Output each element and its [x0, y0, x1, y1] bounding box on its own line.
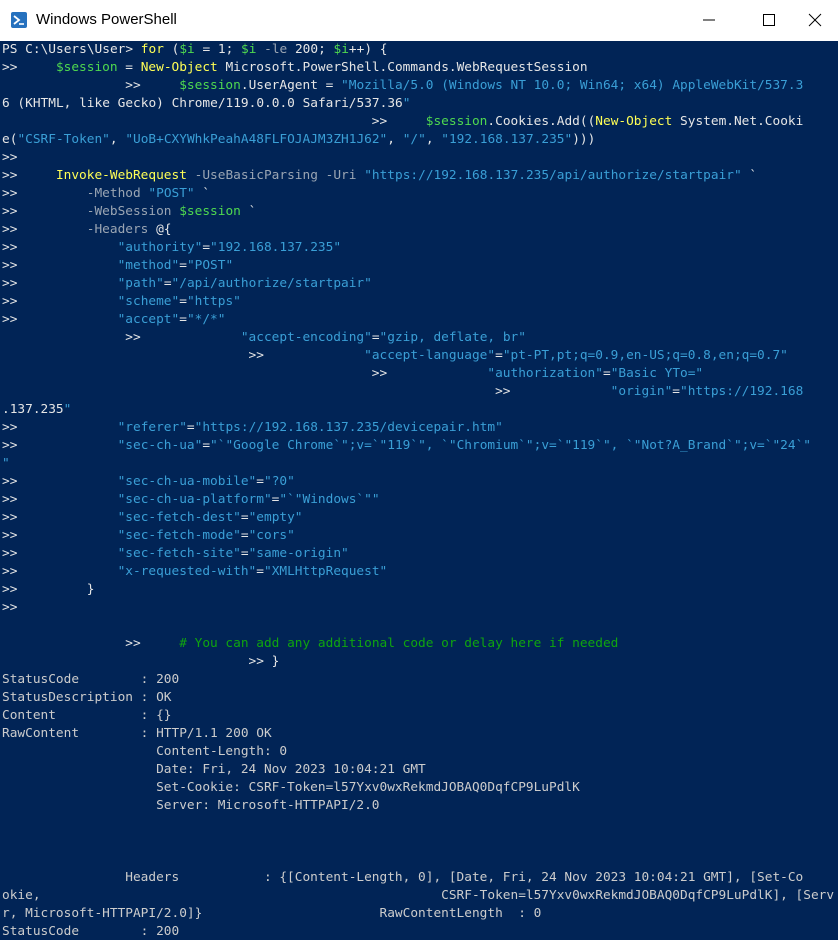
console-line: Server: Microsoft-HTTPAPI/2.0	[2, 798, 380, 813]
console-line: >> "sec-ch-ua-platform"="`"Windows`""	[2, 492, 380, 507]
console-line: >> "authority"="192.168.137.235"	[2, 240, 342, 255]
console-line: >> -Headers @{	[2, 222, 172, 237]
console-line: >> }	[2, 582, 95, 597]
console-line: StatusCode : 200	[2, 672, 180, 687]
console-line: >> "path"="/api/authorize/startpair"	[2, 276, 372, 291]
console-line: 6 (KHTML, like Gecko) Chrome/119.0.0.0 S…	[2, 96, 411, 111]
console-line: >> $session.UserAgent = "Mozilla/5.0 (Wi…	[2, 78, 804, 93]
console-line: >> "accept-language"="pt-PT,pt;q=0.9,en-…	[2, 348, 788, 363]
maximize-button[interactable]	[746, 0, 792, 41]
console-line: StatusDescription : OK	[2, 690, 172, 705]
minimize-button[interactable]	[686, 0, 732, 41]
console-line: >> Invoke-WebRequest -UseBasicParsing -U…	[2, 168, 758, 183]
console-line: >>	[2, 150, 18, 165]
title-bar[interactable]: Windows PowerShell	[0, 0, 838, 41]
maximize-icon	[763, 14, 775, 26]
powershell-icon	[11, 12, 27, 28]
console-line: >> $session = New-Object Microsoft.Power…	[2, 60, 588, 75]
console-line: >> "sec-ch-ua-mobile"="?0"	[2, 474, 295, 489]
console-line: >> "sec-fetch-mode"="cors"	[2, 528, 295, 543]
console-line: StatusCode : 200	[2, 924, 180, 939]
console-line: Content-Length: 0	[2, 744, 288, 759]
console-line: >> "sec-fetch-site"="same-origin"	[2, 546, 349, 561]
console-line: okie, CSRF-Token=l57Yxv0wxRekmdJOBAQ0Dqf…	[2, 888, 838, 903]
console-line: .137.235"	[2, 402, 72, 417]
console-line: >> "scheme"="https"	[2, 294, 241, 309]
console-line: Date: Fri, 24 Nov 2023 10:04:21 GMT	[2, 762, 426, 777]
console-line: >> "origin"="https://192.168	[2, 384, 804, 399]
console-line: >> $session.Cookies.Add((New-Object Syst…	[2, 114, 804, 129]
console-line: Content : {}	[2, 708, 172, 723]
console-line: >> -Method "POST" `	[2, 186, 211, 201]
console-line: >> "authorization"="Basic YTo="	[2, 366, 704, 381]
close-button[interactable]	[792, 0, 838, 41]
console-line: "	[2, 456, 10, 471]
console-line: e("CSRF-Token", "UoB+CXYWhkPeahA48FLFOJA…	[2, 132, 596, 147]
console-line: >> "referer"="https://192.168.137.235/de…	[2, 420, 503, 435]
console-line: >> "method"="POST"	[2, 258, 234, 273]
close-icon	[808, 13, 822, 27]
console-line: >> "accept"="*/*"	[2, 312, 226, 327]
console-line: >> }	[2, 654, 280, 669]
minimize-icon	[703, 19, 715, 21]
console-line: >> "sec-fetch-dest"="empty"	[2, 510, 303, 525]
console-line: >> "accept-encoding"="gzip, deflate, br"	[2, 330, 526, 345]
console-line: >> -WebSession $session `	[2, 204, 257, 219]
console-line: >>	[2, 600, 18, 615]
console-line: RawContent : HTTP/1.1 200 OK	[2, 726, 272, 741]
window-title: Windows PowerShell	[36, 11, 177, 28]
console-line: >> "sec-ch-ua"="`"Google Chrome`";v=`"11…	[2, 438, 811, 453]
console-line: Headers : {[Content-Length, 0], [Date, F…	[2, 870, 804, 885]
console-line: r, Microsoft-HTTPAPI/2.0]} RawContentLen…	[2, 906, 542, 921]
console-line: Set-Cookie: CSRF-Token=l57Yxv0wxRekmdJOB…	[2, 780, 580, 795]
scrollbar[interactable]	[834, 41, 838, 940]
console-line: >> "x-requested-with"="XMLHttpRequest"	[2, 564, 388, 579]
console-line: >> # You can add any additional code or …	[2, 636, 619, 651]
console-output[interactable]: PS C:\Users\User> for ($i = 1; $i -le 20…	[0, 41, 838, 940]
console-line: PS C:\Users\User> for ($i = 1; $i -le 20…	[2, 42, 388, 57]
